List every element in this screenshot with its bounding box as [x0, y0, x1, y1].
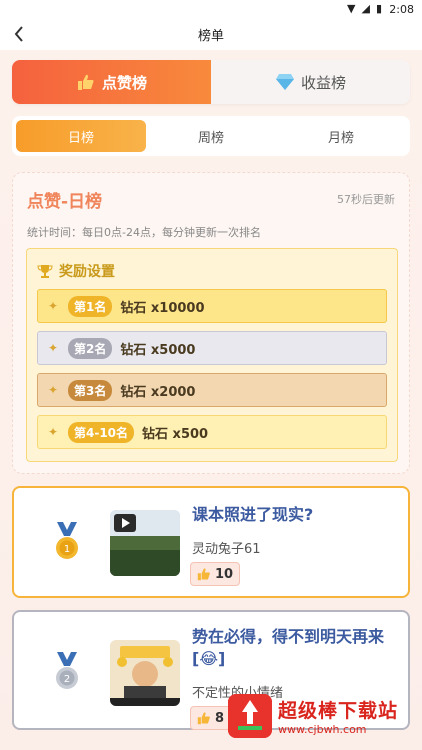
entry-title[interactable]: 课本照进了现实?	[192, 504, 402, 526]
page-title: 榜单	[197, 28, 224, 44]
card-title-main: 点赞	[27, 192, 61, 212]
sparkle-icon: ✦	[47, 299, 59, 313]
thumb-up-icon	[197, 712, 210, 725]
watermark-url: www.cjbwh.com	[278, 723, 367, 736]
period-tabs: 日榜 周榜 月榜	[12, 116, 410, 156]
thumb-up-icon	[197, 568, 210, 581]
gold-medal-icon: 1	[56, 522, 78, 559]
reward-row-2: ✦ 第2名 钻石 x5000	[37, 331, 387, 365]
reward-prize: 钻石 x5000	[120, 342, 196, 358]
watermark-main: 超级棒下载站	[278, 700, 399, 722]
download-logo-icon	[228, 694, 272, 738]
post-image[interactable]	[110, 640, 180, 706]
back-button[interactable]	[8, 22, 30, 46]
reward-prize: 钻石 x10000	[120, 300, 205, 316]
signal-icon: ◢	[361, 2, 370, 15]
diamond-icon	[275, 72, 295, 92]
rank-badge: 第1名	[68, 295, 113, 317]
status-bar: ▼ ◢ ▮ 2:08	[0, 0, 422, 18]
silver-medal-icon: 2	[56, 652, 78, 689]
tab-earnings-label: 收益榜	[300, 73, 346, 92]
tab-earnings[interactable]: 收益榜	[211, 60, 410, 104]
like-count-badge[interactable]: 8	[190, 706, 232, 730]
site-watermark: 超级棒下载站 www.cjbwh.com	[228, 686, 420, 746]
chevron-left-icon	[14, 26, 23, 42]
wifi-icon: ▼	[347, 2, 356, 15]
refresh-countdown: 57秒后更新	[337, 193, 395, 206]
rank-badge: 第4-10名	[68, 421, 135, 443]
reward-row-4: ✦ 第4-10名 钻石 x500	[37, 415, 387, 449]
reward-row-1: ✦ 第1名 钻石 x10000	[37, 289, 387, 323]
reward-prize: 钻石 x500	[142, 426, 209, 442]
like-count: 8	[215, 710, 225, 726]
sparkle-icon: ✦	[47, 383, 59, 397]
watermark-text: 超级棒下载站 www.cjbwh.com	[278, 696, 398, 736]
tab-likes-label: 点赞榜	[101, 73, 147, 92]
card-title: 点赞-日榜	[27, 187, 102, 212]
rank-badge: 第3名	[68, 379, 113, 401]
card-title-period: -日榜	[61, 192, 103, 212]
nav-bar: 榜单	[0, 18, 422, 50]
reward-prize: 钻石 x2000	[120, 384, 196, 400]
sparkle-icon: ✦	[47, 425, 59, 439]
trophy-icon	[37, 265, 53, 278]
entry-author[interactable]: 灵动兔子61	[192, 538, 261, 557]
tab-daily[interactable]: 日榜	[16, 120, 146, 152]
tab-likes[interactable]: 点赞榜	[12, 60, 211, 104]
rank-badge: 第2名	[68, 337, 113, 359]
stat-period-text: 统计时间：每日0点-24点，每分钟更新一次排名	[27, 226, 261, 239]
thumb-up-icon	[76, 72, 96, 92]
medal-rank: 1	[64, 544, 70, 555]
main-tabs: 点赞榜 收益榜	[12, 60, 410, 104]
reward-title: 奖励设置	[59, 264, 115, 280]
tab-weekly[interactable]: 周榜	[146, 120, 276, 152]
reward-settings: 奖励设置 ✦ 第1名 钻石 x10000 ✦ 第2名 钻石 x5000 ✦ 第3…	[26, 248, 398, 462]
video-thumbnail[interactable]	[110, 510, 180, 576]
entry-title[interactable]: 势在必得，得不到明天再来[😂]	[192, 626, 402, 670]
like-count: 10	[215, 566, 234, 582]
status-time: 2:08	[389, 3, 414, 16]
medal-rank: 2	[64, 674, 70, 685]
sparkle-icon: ✦	[47, 341, 59, 355]
reward-header: 奖励设置	[37, 261, 115, 281]
status-icons: ▼ ◢ ▮	[347, 2, 382, 15]
tab-monthly[interactable]: 月榜	[276, 120, 406, 152]
battery-icon: ▮	[375, 2, 382, 15]
reward-row-3: ✦ 第3名 钻石 x2000	[37, 373, 387, 407]
ranking-entry-1[interactable]: 1 课本照进了现实? 灵动兔子61 10	[12, 486, 410, 598]
like-count-badge[interactable]: 10	[190, 562, 241, 586]
